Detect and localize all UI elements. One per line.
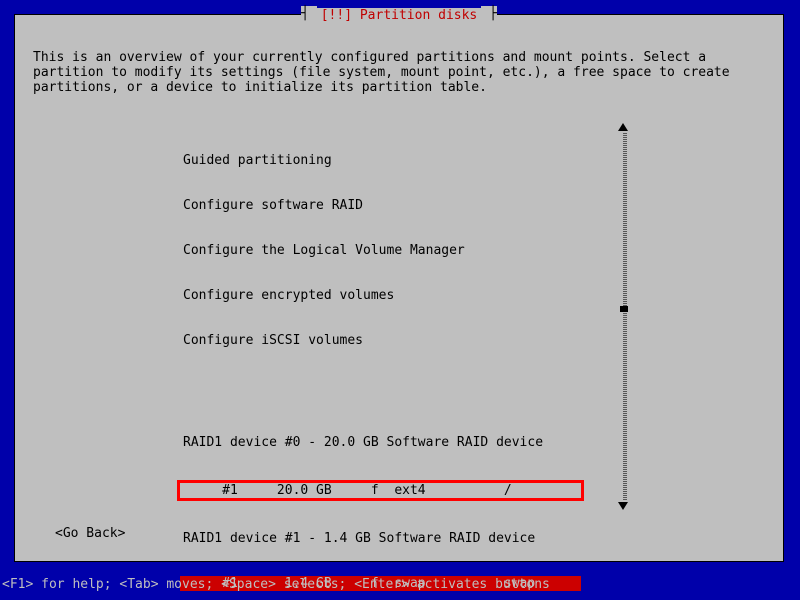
title-dash-left: ┤ [301,6,317,21]
partition-dialog: ┤ [!!] Partition disks ├ This is an over… [14,14,784,562]
menu-raid[interactable]: Configure software RAID [183,198,613,213]
go-back-button[interactable]: <Go Back> [55,526,125,541]
scrollbar[interactable] [619,123,627,510]
scroll-up-icon[interactable] [618,123,628,131]
dialog-title: [!!] Partition disks [317,8,482,23]
menu-lvm[interactable]: Configure the Logical Volume Manager [183,243,613,258]
installer-screen: ┤ [!!] Partition disks ├ This is an over… [0,0,800,600]
raid1-header[interactable]: RAID1 device #1 - 1.4 GB Software RAID d… [183,531,613,546]
raid0-header[interactable]: RAID1 device #0 - 20.0 GB Software RAID … [183,435,613,450]
raid0-p1-text: #1 20.0 GB f ext4 / [183,483,512,498]
intro-text: This is an overview of your currently co… [33,50,765,95]
menu-iscsi[interactable]: Configure iSCSI volumes [183,333,613,348]
scrollbar-track[interactable] [623,133,627,500]
scroll-down-icon[interactable] [618,502,628,510]
scrollbar-thumb[interactable] [620,306,628,312]
title-dash-right: ├ [481,6,497,21]
menu-guided[interactable]: Guided partitioning [183,153,613,168]
menu-encrypted[interactable]: Configure encrypted volumes [183,288,613,303]
spacer [183,378,613,390]
raid0-partition-1-highlighted[interactable]: #1 20.0 GB f ext4 / [177,480,584,501]
partition-list[interactable]: Guided partitioning Configure software R… [183,123,613,600]
title-row: ┤ [!!] Partition disks ├ [15,6,783,21]
help-bar: <F1> for help; <Tab> moves; <Space> sele… [0,577,800,592]
